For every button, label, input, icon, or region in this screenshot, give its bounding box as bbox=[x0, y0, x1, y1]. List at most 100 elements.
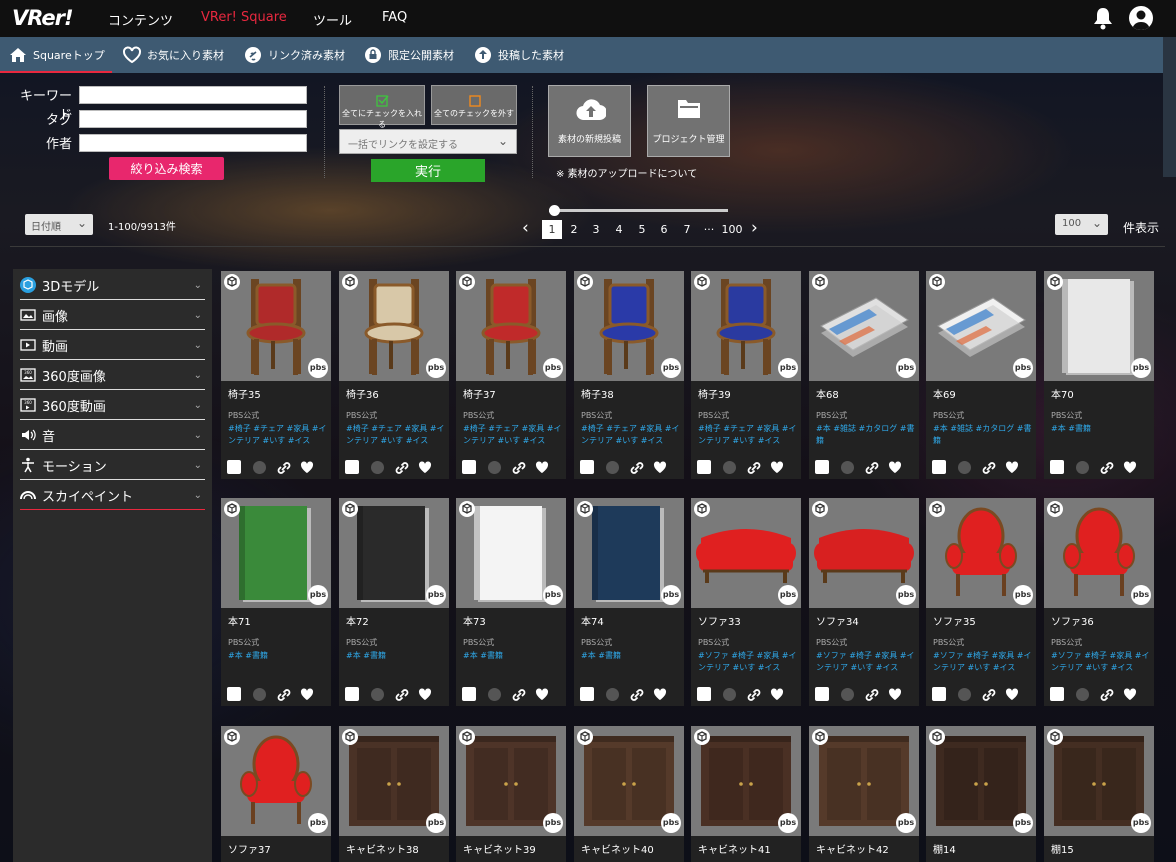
asset-thumbnail[interactable]: pbs bbox=[926, 271, 1036, 381]
page-7[interactable]: 7 bbox=[677, 220, 697, 239]
asset-tags[interactable]: #椅子 #チェア #家具 #インテリア #いす #イス bbox=[698, 423, 798, 447]
slider-knob[interactable] bbox=[549, 205, 560, 216]
link-icon[interactable] bbox=[1098, 687, 1116, 703]
asset-checkbox[interactable] bbox=[697, 460, 711, 474]
page-slider[interactable] bbox=[549, 205, 728, 216]
globe-icon[interactable] bbox=[723, 461, 736, 474]
user-avatar-icon[interactable] bbox=[1129, 6, 1153, 30]
asset-card[interactable]: pbs キャビネット41 bbox=[691, 726, 801, 862]
asset-title[interactable]: 椅子36 bbox=[346, 386, 379, 401]
asset-card[interactable]: pbs 本73 PBS公式 #本 #書籍 bbox=[456, 498, 566, 706]
asset-tags[interactable]: #ソファ #椅子 #家具 #インテリア #いす #イス bbox=[1051, 650, 1151, 674]
globe-icon[interactable] bbox=[606, 461, 619, 474]
asset-thumbnail[interactable]: pbs bbox=[926, 726, 1036, 836]
asset-card[interactable]: pbs 本68 PBS公式 #本 #雑誌 #カタログ #書籍 bbox=[809, 271, 919, 479]
tag-input[interactable] bbox=[79, 110, 307, 128]
asset-checkbox[interactable] bbox=[462, 687, 476, 701]
asset-card[interactable]: pbs 本70 PBS公式 #本 #書籍 bbox=[1044, 271, 1154, 479]
globe-icon[interactable] bbox=[1076, 461, 1089, 474]
page-3[interactable]: 3 bbox=[586, 220, 606, 239]
globe-icon[interactable] bbox=[841, 461, 854, 474]
asset-thumbnail[interactable]: pbs bbox=[809, 726, 919, 836]
asset-checkbox[interactable] bbox=[815, 687, 829, 701]
heart-icon[interactable] bbox=[1123, 460, 1137, 474]
asset-checkbox[interactable] bbox=[580, 687, 594, 701]
asset-title[interactable]: 本71 bbox=[228, 613, 251, 628]
heart-icon[interactable] bbox=[1005, 460, 1019, 474]
upload-info-link[interactable]: ※ 素材のアップロードについて bbox=[556, 165, 697, 180]
asset-thumbnail[interactable]: pbs bbox=[809, 498, 919, 608]
bulk-link-select[interactable]: 一括でリンクを設定する ⌄ bbox=[339, 129, 517, 154]
asset-card[interactable]: pbs 椅子35 PBS公式 #椅子 #チェア #家具 #インテリア #いす #… bbox=[221, 271, 331, 479]
asset-thumbnail[interactable]: pbs bbox=[339, 271, 449, 381]
asset-title[interactable]: 棚14 bbox=[933, 841, 956, 856]
asset-checkbox[interactable] bbox=[345, 687, 359, 701]
asset-thumbnail[interactable]: pbs bbox=[221, 726, 331, 836]
asset-checkbox[interactable] bbox=[815, 460, 829, 474]
asset-tags[interactable]: #本 #書籍 bbox=[346, 650, 446, 662]
asset-title[interactable]: キャビネット42 bbox=[816, 841, 889, 856]
asset-title[interactable]: 本69 bbox=[933, 386, 956, 401]
heart-icon[interactable] bbox=[888, 460, 902, 474]
heart-icon[interactable] bbox=[535, 687, 549, 701]
asset-thumbnail[interactable]: pbs bbox=[691, 498, 801, 608]
asset-title[interactable]: ソファ33 bbox=[698, 613, 741, 628]
execute-button[interactable]: 実行 bbox=[371, 159, 485, 182]
subnav-posted[interactable]: 投稿した素材 bbox=[474, 37, 564, 73]
page-scrollbar[interactable] bbox=[1163, 37, 1176, 177]
category-3d-model[interactable]: 3Dモデル ⌄ bbox=[20, 271, 205, 300]
asset-publisher[interactable]: PBS公式 bbox=[228, 637, 259, 648]
asset-title[interactable]: 本70 bbox=[1051, 386, 1074, 401]
asset-publisher[interactable]: PBS公式 bbox=[933, 637, 964, 648]
keyword-input[interactable] bbox=[79, 86, 307, 104]
link-icon[interactable] bbox=[745, 460, 763, 476]
subnav-favorites[interactable]: お気に入り素材 bbox=[123, 37, 224, 73]
globe-icon[interactable] bbox=[723, 688, 736, 701]
asset-checkbox[interactable] bbox=[1050, 460, 1064, 474]
asset-thumbnail[interactable]: pbs bbox=[456, 726, 566, 836]
asset-card[interactable]: pbs 椅子36 PBS公式 #椅子 #チェア #家具 #インテリア #いす #… bbox=[339, 271, 449, 479]
link-icon[interactable] bbox=[863, 460, 881, 476]
asset-card[interactable]: pbs ソファ33 PBS公式 #ソファ #椅子 #家具 #インテリア #いす … bbox=[691, 498, 801, 706]
page-1[interactable]: 1 bbox=[542, 220, 562, 239]
asset-thumbnail[interactable]: pbs bbox=[574, 498, 684, 608]
category-360-image[interactable]: 360 360度画像 ⌄ bbox=[20, 361, 205, 390]
heart-icon[interactable] bbox=[770, 460, 784, 474]
asset-checkbox[interactable] bbox=[345, 460, 359, 474]
page-100[interactable]: 100 bbox=[719, 220, 745, 239]
asset-title[interactable]: キャビネット40 bbox=[581, 841, 654, 856]
filter-search-button[interactable]: 絞り込み検索 bbox=[109, 157, 224, 180]
asset-title[interactable]: 椅子39 bbox=[698, 386, 731, 401]
asset-thumbnail[interactable]: pbs bbox=[339, 726, 449, 836]
asset-publisher[interactable]: PBS公式 bbox=[698, 637, 729, 648]
asset-tags[interactable]: #本 #書籍 bbox=[1051, 423, 1151, 435]
link-icon[interactable] bbox=[980, 460, 998, 476]
asset-card[interactable]: pbs ソファ37 bbox=[221, 726, 331, 862]
asset-checkbox[interactable] bbox=[227, 460, 241, 474]
asset-title[interactable]: 本73 bbox=[463, 613, 486, 628]
asset-publisher[interactable]: PBS公式 bbox=[816, 410, 847, 421]
globe-icon[interactable] bbox=[958, 461, 971, 474]
globe-icon[interactable] bbox=[841, 688, 854, 701]
asset-card[interactable]: pbs 本71 PBS公式 #本 #書籍 bbox=[221, 498, 331, 706]
asset-card[interactable]: pbs キャビネット42 bbox=[809, 726, 919, 862]
heart-icon[interactable] bbox=[1005, 687, 1019, 701]
asset-publisher[interactable]: PBS公式 bbox=[1051, 637, 1082, 648]
category-video[interactable]: 動画 ⌄ bbox=[20, 331, 205, 360]
category-motion[interactable]: モーション ⌄ bbox=[20, 451, 205, 480]
heart-icon[interactable] bbox=[653, 687, 667, 701]
asset-title[interactable]: ソファ35 bbox=[933, 613, 976, 628]
prev-page-icon[interactable]: ‹ bbox=[522, 218, 529, 238]
asset-title[interactable]: 椅子37 bbox=[463, 386, 496, 401]
asset-title[interactable]: 椅子38 bbox=[581, 386, 614, 401]
globe-icon[interactable] bbox=[253, 688, 266, 701]
asset-checkbox[interactable] bbox=[932, 687, 946, 701]
asset-tags[interactable]: #本 #雑誌 #カタログ #書籍 bbox=[816, 423, 916, 447]
asset-card[interactable]: pbs 椅子37 PBS公式 #椅子 #チェア #家具 #インテリア #いす #… bbox=[456, 271, 566, 479]
asset-title[interactable]: ソファ37 bbox=[228, 841, 271, 856]
asset-tags[interactable]: #椅子 #チェア #家具 #インテリア #いす #イス bbox=[346, 423, 446, 447]
asset-thumbnail[interactable]: pbs bbox=[926, 498, 1036, 608]
asset-publisher[interactable]: PBS公式 bbox=[346, 637, 377, 648]
project-manage-button[interactable]: プロジェクト管理 bbox=[647, 85, 730, 157]
sort-select[interactable]: 日付順 ⌄ bbox=[25, 214, 93, 235]
